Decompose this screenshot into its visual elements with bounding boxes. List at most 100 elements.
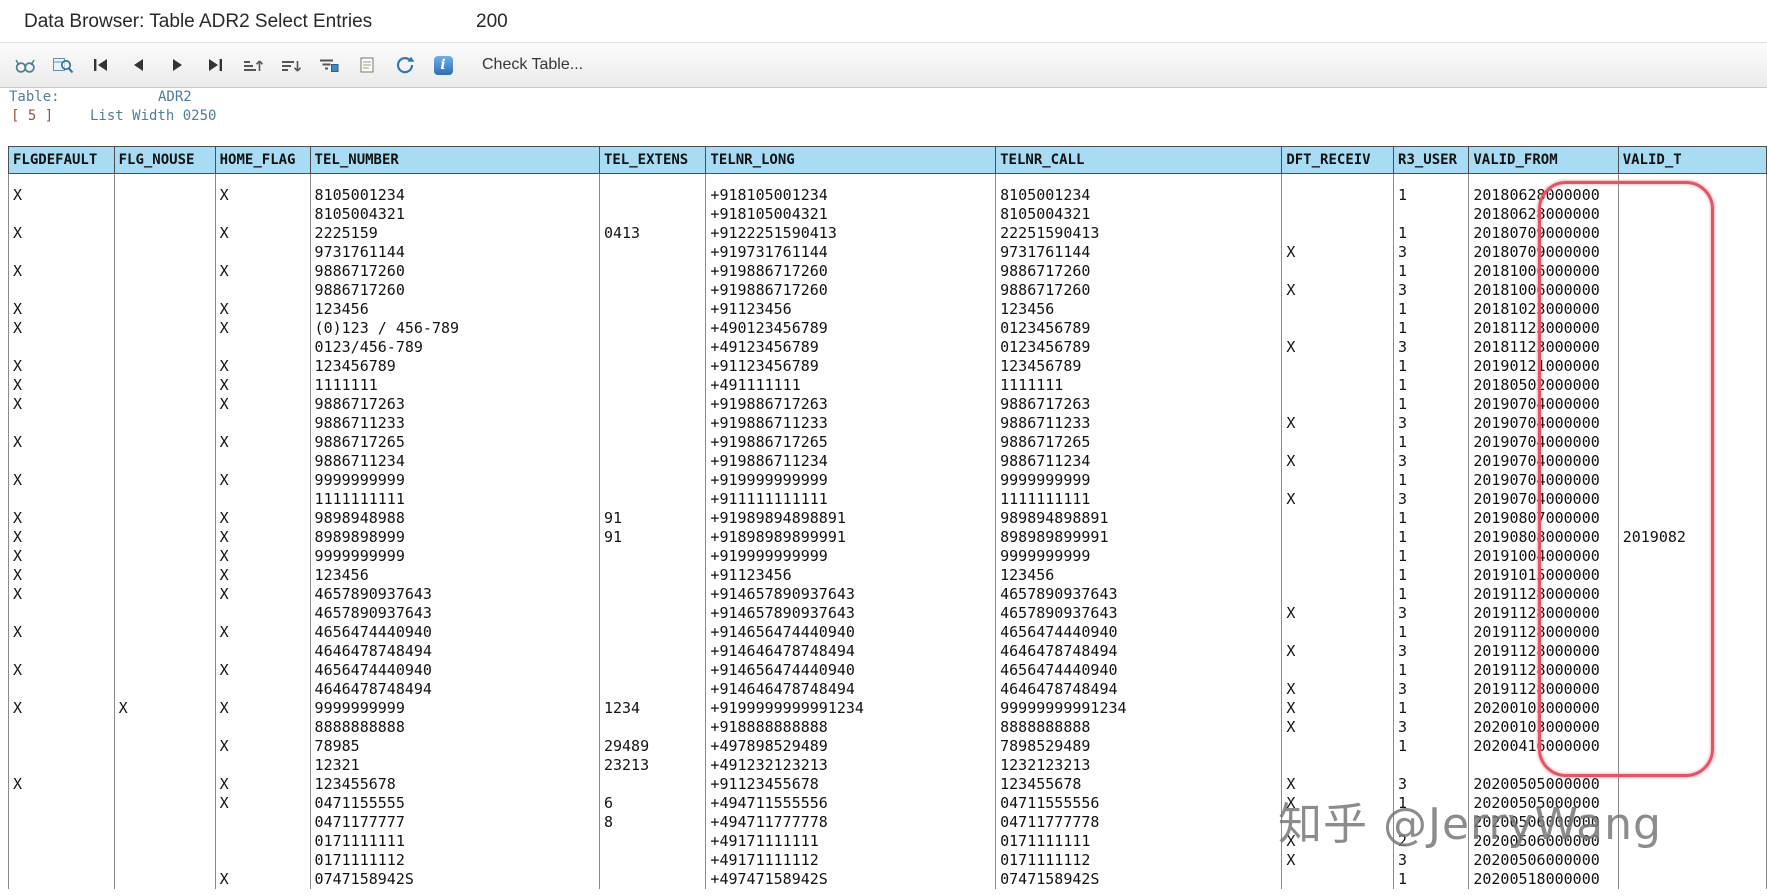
table-cell [1617,433,1767,452]
table-cell [8,604,115,623]
table-row[interactable]: 12321 23213 +491232123213 1232123213 [8,756,1767,775]
column-header-tel_number[interactable]: TEL_NUMBER [309,146,600,174]
table-row[interactable]: X X 8105001234 +918105001234 8105001234 1 2018… [8,173,1767,205]
table-cell: X [214,547,311,566]
column-header-telnr_long[interactable]: TELNR_LONG [705,146,997,174]
table-row[interactable]: X X 123456 +91123456 123456 1 20191015000000 [8,566,1767,585]
table-row[interactable]: X X 9886717265 +919886717265 9886717265 1 2019… [8,433,1767,452]
table-row[interactable]: X X 8989898999 91 +91898989899991 89898989999… [8,528,1767,547]
table-info-line: Table: ADR2 [9,89,192,108]
column-header-valid_from[interactable]: VALID_FROM [1468,146,1619,174]
last-page-icon[interactable] [202,52,228,78]
table-row[interactable]: X X (0)123 / 456-789 +490123456789 012345678… [8,319,1767,338]
table-cell [113,718,216,737]
table-cell: X [214,319,311,338]
table-cell [113,832,216,851]
sort-descending-icon[interactable] [278,52,304,78]
table-cell: +91123456 [705,300,997,319]
table-row[interactable]: X X 9886717260 +919886717260 9886717260 1 2018… [8,262,1767,281]
table-row[interactable]: X X 9999999999 +919999999999 9999999999 1 2019… [8,547,1767,566]
table-cell: X [8,262,115,281]
column-header-r3_user[interactable]: R3_USER [1393,146,1470,174]
column-header-telnr_call[interactable]: TELNR_CALL [995,146,1283,174]
table-row[interactable]: X X 9999999999 +919999999999 9999999999 1 2019… [8,471,1767,490]
table-row[interactable]: 8888888888 +918888888888 8888888888 X 3 20200… [8,718,1767,737]
table-cell [113,262,216,281]
column-header-valid_t[interactable]: VALID_T [1617,146,1767,174]
column-header-flgdefault[interactable]: FLGDEFAULT [8,146,115,174]
table-row[interactable]: 9886717260 +919886717260 9886717260 X 3 20181… [8,281,1767,300]
table-cell: 9886717260 [995,262,1283,281]
table-cell: 8888888888 [995,718,1283,737]
table-cell: 8989898999 [309,528,600,547]
table-cell: +491232123213 [705,756,997,775]
table-row[interactable]: X X 1111111 +491111111 1111111 1 2018050200000… [8,376,1767,395]
table-cell: +914657890937643 [705,585,997,604]
table-cell: 1111111111 [309,490,600,509]
check-table-button[interactable]: Check Table... [482,56,583,74]
table-cell: +919886717260 [705,281,997,300]
table-cell: 3 [1393,414,1470,433]
table-row[interactable]: X X 9886717263 +919886717263 9886717263 1 2019… [8,395,1767,414]
table-row[interactable]: 8105004321 +918105004321 8105004321 2018062… [8,205,1767,224]
column-header-home_flag[interactable]: HOME_FLAG [214,146,311,174]
display-icon[interactable] [12,52,38,78]
table-row[interactable]: 4646478748494 +914646478748494 46464787484… [8,642,1767,661]
table-cell [1617,395,1767,414]
table-row[interactable]: X X 4657890937643 +914657890937643 465789093… [8,585,1767,604]
table-row[interactable]: 9886711233 +919886711233 9886711233 X 3 20190… [8,414,1767,433]
table-cell: X [8,775,115,794]
table-cell: 20180502000000 [1468,376,1619,395]
table-cell [1281,319,1395,338]
find-icon[interactable] [50,52,76,78]
column-header-flg_nouse[interactable]: FLG_NOUSE [113,146,216,174]
table-row[interactable]: 1111111111 +911111111111 1111111111 X 3 20190… [8,490,1767,509]
table-cell: 9886717263 [309,395,600,414]
table-row[interactable]: X X 2225159 0413 +9122251590413 22251590413 1 2… [8,224,1767,243]
table-cell: 0171111111 [309,832,600,851]
table-cell: 7898529489 [995,737,1283,756]
table-cell: 04711777778 [995,813,1283,832]
table-row[interactable]: X X 4656474440940 +914656474440940 465647444… [8,661,1767,680]
print-icon[interactable] [354,52,380,78]
table-cell [113,680,216,699]
entry-count: 200 [476,11,508,32]
table-cell: X [1281,452,1395,471]
filter-icon[interactable] [316,52,342,78]
table-row[interactable]: 9731761144 +919731761144 9731761144 X 3 20180… [8,243,1767,262]
table-row[interactable]: X X 9898948988 91 +91989894898891 98989489889… [8,509,1767,528]
table-cell: 898989899991 [995,528,1283,547]
table-row[interactable]: 4646478748494 +914646478748494 46464787484… [8,680,1767,699]
table-cell: 1 [1393,566,1470,585]
refresh-icon[interactable] [392,52,418,78]
table-row[interactable]: X X X 9999999999 1234 +9199999999991234 999999… [8,699,1767,718]
table-row[interactable]: X X 4656474440940 +914656474440940 465647444… [8,623,1767,642]
table-row[interactable]: 0123/456-789 +49123456789 0123456789 X 3 2018… [8,338,1767,357]
table-row[interactable]: 4657890937643 +914657890937643 46578909376… [8,604,1767,623]
table-row[interactable]: X X 123456 +91123456 123456 1 20181023000000 [8,300,1767,319]
sort-ascending-icon[interactable] [240,52,266,78]
table-cell: 1 [1393,737,1470,756]
column-header-tel_extens[interactable]: TEL_EXTENS [598,146,707,174]
info-icon[interactable]: i [430,52,456,78]
first-page-icon[interactable] [88,52,114,78]
table-cell: 20191128000000 [1468,661,1619,680]
table-cell [113,281,216,300]
table-row[interactable]: X X 123456789 +91123456789 123456789 1 2019012… [8,357,1767,376]
column-header-dft_receiv[interactable]: DFT_RECEIV [1281,146,1395,174]
table-cell: 8105004321 [995,205,1283,224]
table-row[interactable]: 0171111112 +49171111112 0171111112 X 3 202005… [8,851,1767,870]
previous-page-icon[interactable] [126,52,152,78]
table-row[interactable]: X 0747158942S +49747158942S 0747158942S 1 202… [8,870,1767,889]
table-cell: 4657890937643 [309,604,600,623]
table-row[interactable]: X 78985 29489 +497898529489 7898529489 1 20200… [8,737,1767,756]
table-cell [1617,623,1767,642]
table-cell: 20190704000000 [1468,452,1619,471]
table-cell [8,452,115,471]
table-cell: 1 [1393,509,1470,528]
next-page-icon[interactable] [164,52,190,78]
table-row[interactable]: 9886711234 +919886711234 9886711234 X 3 20190… [8,452,1767,471]
table-cell: 3 [1393,281,1470,300]
table-cell: 20200518000000 [1468,870,1619,889]
table-cell [1617,357,1767,376]
